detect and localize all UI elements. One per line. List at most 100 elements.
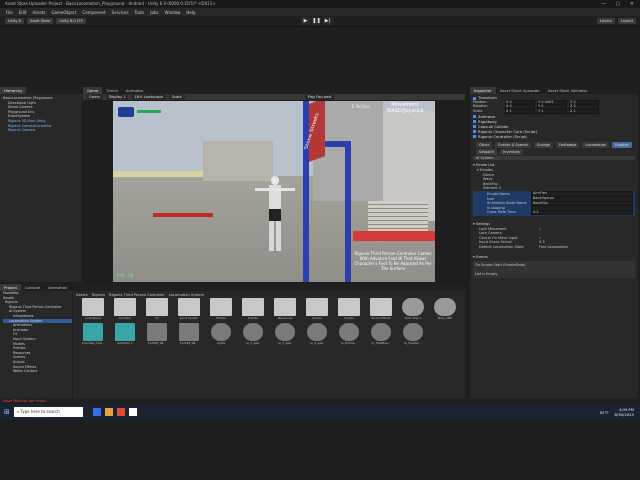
asset-store-button[interactable]: Asset Store [26,18,54,24]
sub-tab[interactable]: Grudge [533,141,553,148]
asset-item[interactable]: m_FeetGrn... [399,323,427,345]
project-folder[interactable]: Water Contact [3,369,72,374]
folder-item[interactable]: Sound Effects [367,298,395,320]
asset-item[interactable]: FL2020_SB... [143,323,171,345]
tab-animator[interactable]: Animator [122,87,147,94]
scale-slider[interactable]: Scale [168,94,185,100]
folder-item[interactable]: Models [207,298,235,320]
asset-item[interactable]: m_4_spec [303,323,331,345]
asset-item[interactable]: FL2019_SB... [175,323,203,345]
menu-item-component[interactable]: Component [82,10,105,15]
hierarchy-item[interactable]: Rigonix Camera [3,128,79,133]
movement-hint: Movement WASD/Joystick [375,102,435,115]
breadcrumb-item[interactable]: Assets [76,293,88,297]
menu-item-services[interactable]: Services [112,10,129,15]
layers-dropdown[interactable]: Layers [596,18,615,24]
tab-inspector-1[interactable]: Asset Store Uploader [496,87,544,94]
tab-project[interactable]: Project [0,284,21,291]
sub-tab[interactable]: Events & Events [495,141,531,148]
step-icon[interactable]: ▶| [323,17,332,25]
folder-icon [306,298,328,316]
enabled-checkbox[interactable] [473,130,476,134]
tab-game[interactable]: Game [83,87,103,94]
play-icon[interactable]: ▶ [301,17,310,25]
enabled-checkbox[interactable] [473,115,476,119]
asset-item[interactable]: m_FeetBlue... [367,323,395,345]
tab-inspector-0[interactable]: Inspector [470,87,496,94]
folder-item[interactable]: Input System [175,298,203,320]
asset-item[interactable]: m_ErrChk... [335,323,363,345]
play-focused-dropdown[interactable]: Play Focused [304,94,334,100]
events-header[interactable]: ▾ Events [473,255,635,260]
asset-label: FL2019_SB... [179,341,199,345]
menu-item-assets[interactable]: Assets [32,10,45,15]
tab-console[interactable]: Console [21,284,44,291]
settings-value[interactable]: ✓ [539,227,542,232]
enabled-checkbox[interactable] [473,125,476,129]
unity-version-button[interactable]: Unity 6.0 LTS [56,18,86,24]
asset-item[interactable]: animPlay 1 [111,323,139,345]
enabled-checkbox[interactable] [473,135,476,139]
window-controls[interactable]: — ▢ ✕ [601,1,638,7]
asset-item[interactable]: Body_SMR [431,298,459,320]
sub-tab[interactable]: Setpoint [476,148,498,155]
taskbar-search[interactable]: ⌕ Type here to search [13,407,83,417]
windows-start-icon[interactable]: ⊞ [4,408,10,416]
asset-item[interactable]: AnimPlay_Idle... [79,323,107,345]
menu-item-edit[interactable]: Edit [19,10,27,15]
game-viewport[interactable]: Stone Streets E Action Movement WASD/Joy… [113,101,435,282]
folder-item[interactable]: Animator [111,298,139,320]
unity-taskbar-icon[interactable] [128,408,137,416]
pause-icon[interactable]: ❚❚ [312,17,321,25]
menu-item-tools[interactable]: Tools [135,10,145,15]
transform-scale-3[interactable]: Z 1 [569,108,599,115]
transform-scale-2[interactable]: Y 1 [537,108,567,115]
enabled-checkbox[interactable] [473,120,476,124]
folder-item[interactable]: Prefabs [239,298,267,320]
speech-icon[interactable] [118,107,134,117]
breadcrumb-item[interactable]: Rigonix [92,293,105,297]
menu-bar: File Edit Assets GameObject Component Service… [0,8,640,16]
asset-item[interactable]: m_1_spec [239,323,267,345]
ai-system-label: AI System [473,155,635,161]
app-icon[interactable] [92,408,101,416]
display-number-dropdown[interactable]: Display 1 [105,94,129,100]
menu-item-file[interactable]: File [6,10,13,15]
app-icon[interactable] [116,408,125,416]
asset-item[interactable]: Lights [207,323,235,345]
folder-label: Scripts [344,316,354,320]
unity-account-button[interactable]: Unity 6 [5,18,24,24]
folder-item[interactable]: FX [143,298,171,320]
folder-item[interactable]: Resources [271,298,299,320]
tab-animation[interactable]: Animation [44,284,71,291]
settings-value[interactable]: Free Locomotion [539,245,568,250]
app-icon[interactable] [104,408,113,416]
field-value[interactable]: 0.2 [531,209,633,216]
menu-item-gameobject[interactable]: GameObject [51,10,76,15]
breadcrumb-item[interactable]: Locomotion System [169,293,204,297]
breadcrumb-item[interactable]: Rigonix Third Person Controller [109,293,165,297]
aspect-dropdown[interactable]: 16:9 Landscape [131,94,166,100]
tab-inspector-2[interactable]: Asset Store Validator [544,87,592,94]
asset-item[interactable]: m_3_spec [271,323,299,345]
folder-item[interactable]: Scripts [335,298,363,320]
sub-tab[interactable]: Emotes [612,141,632,148]
sub-tab[interactable]: Footsteps [555,141,580,148]
menu-item-jobs[interactable]: Jobs [150,10,158,15]
transform-scale-1[interactable]: X 1 [505,108,535,115]
sub-tab[interactable]: Locomotion [582,141,610,148]
layout-dropdown[interactable]: Layout [617,18,636,24]
info-text: Rigonix Third Person Controller Comes Wi… [354,251,432,271]
folder-icon [82,298,104,316]
sub-tab[interactable]: Other [476,141,493,148]
folder-item[interactable]: Scenes [303,298,331,320]
component-header[interactable]: Rigonix Controller (Script) [473,134,635,139]
tab-hierarchy[interactable]: Hierarchy [0,87,27,94]
tab-scene[interactable]: Scene [102,87,122,94]
folder-item[interactable]: Animations [79,298,107,320]
sub-tab[interactable]: Inventory [500,148,524,155]
menu-item-help[interactable]: Help [186,10,195,15]
display-dropdown[interactable]: Game [86,94,103,100]
menu-item-window[interactable]: Window [165,10,181,15]
asset-item[interactable]: Anim Play 1 [399,298,427,320]
